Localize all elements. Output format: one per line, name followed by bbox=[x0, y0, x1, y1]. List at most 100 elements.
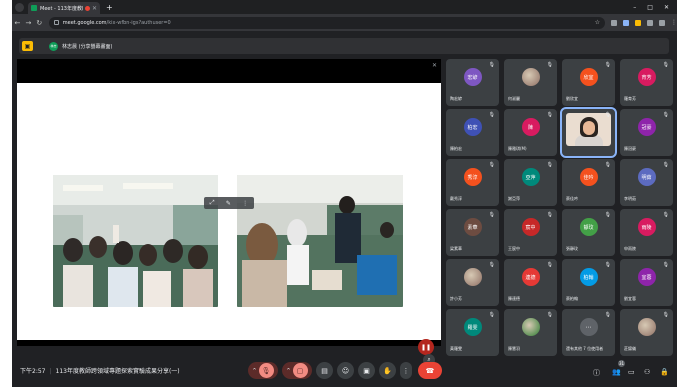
forward-icon[interactable]: → bbox=[23, 19, 34, 27]
reactions-button[interactable]: ☺ bbox=[337, 362, 354, 379]
more-options-button[interactable]: ⋮ bbox=[400, 362, 412, 379]
muted-mic-icon: 🎙 bbox=[488, 212, 495, 218]
muted-mic-icon: 🎙 bbox=[546, 62, 553, 68]
image-more-icon[interactable]: ⋮ bbox=[242, 200, 248, 207]
participant-avatar: 素華 bbox=[463, 218, 482, 236]
participant-tile[interactable]: 佳吟 🎙 蔡佳吟 bbox=[562, 159, 615, 206]
participant-grid: 宏諺 🎙 陶宏諺 🎙 何淑麗 欣宜 🎙 劉欣宜 育芳 🎙 羅育芳 柏宏 🎙 陳柏宏 陳 🎙 陳雅琪(M) 🎙 冠豪 🎙… bbox=[444, 59, 673, 356]
participant-name: 莊錦儀 bbox=[624, 346, 636, 351]
participant-tile[interactable]: 🎙 莊錦儀 bbox=[620, 309, 673, 356]
presentation-icon[interactable]: ▣ bbox=[22, 41, 33, 51]
participant-name: 謝亞萍 bbox=[508, 196, 520, 201]
participant-avatar: 羅雯 bbox=[463, 318, 482, 336]
stage-close-icon[interactable]: ✕ bbox=[432, 62, 437, 69]
hand-icon: ✋ bbox=[383, 366, 392, 375]
participant-tile[interactable]: 🎙 bbox=[560, 107, 617, 158]
presenter-avatar: 林志 bbox=[49, 41, 58, 51]
muted-mic-icon: 🎙 bbox=[604, 212, 611, 218]
muted-mic-icon: 🎙 bbox=[488, 112, 495, 118]
participant-tile[interactable]: 🎙 何淑麗 bbox=[504, 59, 557, 106]
minimize-icon[interactable]: – bbox=[633, 4, 636, 11]
site-info-icon[interactable] bbox=[53, 20, 59, 25]
muted-mic-icon: 🎙 bbox=[546, 212, 553, 218]
participant-name: 黃羅雯 bbox=[450, 346, 462, 351]
meeting-details-icon[interactable]: ⓘ bbox=[593, 368, 600, 378]
extension-yellow-icon[interactable] bbox=[634, 19, 641, 26]
participant-count-badge: 31 bbox=[618, 360, 625, 367]
extension-icon[interactable] bbox=[610, 19, 617, 26]
muted-mic-icon: 🎙 bbox=[604, 162, 611, 168]
participant-tile[interactable]: 冠豪 🎙 陳冠豪 bbox=[620, 109, 673, 156]
mic-options-chevron-icon[interactable]: ^ bbox=[252, 368, 256, 374]
muted-mic-icon: 🎙 bbox=[546, 112, 553, 118]
participant-tile[interactable]: 柏翰 🎙 蔡柏翰 bbox=[562, 259, 615, 306]
browser-menu-icon[interactable]: ⋮ bbox=[671, 19, 677, 26]
image-edit-icon[interactable]: ✎ bbox=[226, 200, 231, 207]
present-button[interactable]: ▣ bbox=[358, 362, 375, 379]
camera-options-chevron-icon[interactable]: ^ bbox=[286, 368, 290, 374]
participant-tile[interactable]: 明茹 🎙 李明茹 bbox=[620, 159, 673, 206]
browser-tab-bar: Meet - 113年度教師專業發展... ✕ + – □ ✕ bbox=[12, 0, 677, 14]
muted-mic-icon: 🎙 bbox=[488, 62, 495, 68]
participant-name: 陶宏諺 bbox=[450, 96, 462, 101]
browser-tab[interactable]: Meet - 113年度教師專業發展... ✕ bbox=[28, 2, 100, 14]
new-tab-button[interactable]: + bbox=[106, 3, 113, 12]
participant-tile[interactable]: 宜蓉 🎙 劉宜蓉 bbox=[620, 259, 673, 306]
maximize-icon[interactable]: □ bbox=[647, 4, 653, 11]
tab-close-icon[interactable]: ✕ bbox=[92, 5, 97, 12]
address-bar[interactable]: meet.google.com /kix-wfbn-igs?authuser=0… bbox=[48, 16, 605, 29]
participant-tile[interactable]: 雨陵 🎙 申雨陵 bbox=[620, 209, 673, 256]
participant-tile[interactable]: 羅雯 🎙 黃羅雯 bbox=[446, 309, 499, 356]
profile-icon[interactable] bbox=[658, 19, 665, 26]
people-icon[interactable]: 👥 bbox=[612, 368, 621, 376]
reload-icon[interactable]: ↻ bbox=[34, 19, 45, 27]
participant-tile[interactable]: 素華 🎙 梁素華 bbox=[446, 209, 499, 256]
participant-tile[interactable]: 柏宏 🎙 陳柏宏 bbox=[446, 109, 499, 156]
captions-button[interactable]: ▤ bbox=[316, 362, 333, 379]
participant-tile[interactable]: ⋯ 🎙 還有其他 7 位使用者 bbox=[562, 309, 615, 356]
camera-off-icon: ▢ bbox=[292, 363, 308, 378]
tab-search-button[interactable] bbox=[15, 2, 24, 12]
participant-avatar: 宏諺 bbox=[463, 68, 482, 86]
host-controls-icon[interactable]: 🔒 bbox=[660, 368, 669, 376]
participant-tile[interactable]: 陳 🎙 陳雅琪(M) bbox=[504, 109, 557, 156]
close-window-icon[interactable]: ✕ bbox=[664, 4, 669, 11]
slide: ⤢ ✎ ⋮ ❚❚ ⌕ bbox=[17, 83, 441, 366]
participant-avatar-image bbox=[521, 318, 540, 336]
participant-tile[interactable]: 宏諺 🎙 陶宏諺 bbox=[446, 59, 499, 106]
participant-avatar: 雨陵 bbox=[637, 218, 656, 236]
activities-icon[interactable]: ⚇ bbox=[644, 368, 650, 376]
participant-name: 張靜玟 bbox=[566, 246, 578, 251]
camera-toggle-button[interactable]: ^ ▢ bbox=[282, 362, 312, 379]
presentation-stage: ✕ ⤢ ✎ ⋮ ❚❚ ⌕ bbox=[17, 59, 441, 366]
participant-tile[interactable]: 育芳 🎙 羅育芳 bbox=[620, 59, 673, 106]
image-zoom-icon[interactable]: ⤢ bbox=[210, 199, 215, 207]
participant-tile[interactable]: 欣宜 🎙 劉欣宜 bbox=[562, 59, 615, 106]
back-icon[interactable]: ← bbox=[12, 19, 23, 27]
participant-avatar: 靜玟 bbox=[579, 218, 598, 236]
muted-mic-icon: 🎙 bbox=[546, 262, 553, 268]
extension-blue-icon[interactable] bbox=[622, 19, 629, 26]
leave-call-button[interactable]: ☎ bbox=[418, 362, 442, 379]
participant-tile[interactable]: 🎙 陳慧羽 bbox=[504, 309, 557, 356]
participant-tile[interactable]: 秀淳 🎙 戴秀淳 bbox=[446, 159, 499, 206]
bookmark-star-icon[interactable]: ☆ bbox=[595, 19, 600, 26]
participant-tile[interactable]: 宸中 🎙 王宸中 bbox=[504, 209, 557, 256]
hangup-icon: ☎ bbox=[425, 366, 435, 375]
mic-toggle-button[interactable]: ^ 🎙 bbox=[248, 362, 278, 379]
classroom-photo-right bbox=[237, 175, 403, 307]
browser-toolbar: ← → ↻ meet.google.com /kix-wfbn-igs?auth… bbox=[12, 14, 677, 31]
raise-hand-button[interactable]: ✋ bbox=[379, 362, 396, 379]
sidebar-icon[interactable] bbox=[646, 19, 653, 26]
participant-tile[interactable]: 靜玟 🎙 張靜玟 bbox=[562, 209, 615, 256]
participant-tile[interactable]: 連德 🎙 陳連德 bbox=[504, 259, 557, 306]
meeting-info: 下午2:57 | 113年度教師跨領域專題探索實驗成果分享(一) bbox=[20, 368, 180, 375]
participant-name: 蔡柏翰 bbox=[566, 296, 578, 301]
recording-button[interactable]: ❚❚ bbox=[418, 339, 434, 355]
participant-avatar: 冠豪 bbox=[637, 118, 656, 136]
participant-name: 王宸中 bbox=[508, 246, 520, 251]
muted-mic-icon: 🎙 bbox=[662, 262, 669, 268]
chat-icon[interactable]: ▭ bbox=[628, 368, 635, 376]
participant-tile[interactable]: 🎙 許小芳 bbox=[446, 259, 499, 306]
participant-tile[interactable]: 亞萍 🎙 謝亞萍 bbox=[504, 159, 557, 206]
